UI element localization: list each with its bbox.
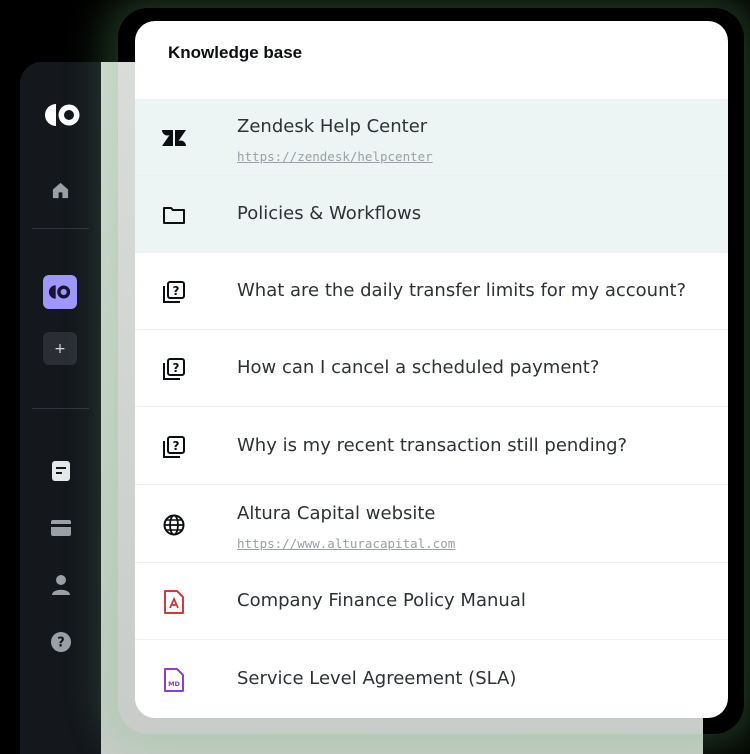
knowledge-item-faq[interactable]: ? What are the daily transfer limits for…: [135, 253, 728, 330]
home-icon[interactable]: [50, 180, 71, 201]
globe-icon: [161, 512, 187, 538]
knowledge-item-label: Service Level Agreement (SLA): [237, 668, 517, 689]
help-icon[interactable]: ?: [50, 631, 71, 652]
plus-icon: +: [54, 340, 66, 357]
workspace-logo-icon: [48, 285, 71, 299]
knowledge-item-label: Why is my recent transaction still pendi…: [237, 435, 628, 456]
faq-icon: ?: [161, 279, 187, 305]
svg-text:?: ?: [173, 361, 180, 375]
knowledge-item-folder[interactable]: Policies & Workflows: [135, 176, 728, 253]
svg-text:?: ?: [57, 635, 65, 650]
credit-card-icon[interactable]: [50, 517, 71, 538]
knowledge-item-label: Policies & Workflows: [237, 203, 422, 224]
knowledge-item-zendesk[interactable]: Zendesk Help Center https://zendesk/help…: [135, 99, 728, 176]
sidebar-divider: [32, 228, 89, 229]
knowledge-item-label: Altura Capital website: [237, 503, 436, 524]
brand-logo-icon[interactable]: [44, 102, 82, 128]
svg-text:?: ?: [173, 284, 180, 298]
svg-text:MD: MD: [168, 680, 180, 688]
markdown-file-icon: MD: [161, 667, 187, 693]
knowledge-item-faq[interactable]: ? Why is my recent transaction still pen…: [135, 408, 728, 485]
faq-icon: ?: [161, 434, 187, 460]
faq-icon: ?: [161, 356, 187, 382]
user-icon[interactable]: [50, 574, 71, 595]
knowledge-item-link[interactable]: https://www.alturacapital.com: [237, 536, 455, 551]
add-workspace-button[interactable]: +: [43, 332, 77, 365]
knowledge-item-markdown[interactable]: MD Service Level Agreement (SLA): [135, 641, 728, 718]
knowledge-item-faq[interactable]: ? How can I cancel a scheduled payment?: [135, 330, 728, 407]
folder-icon: [161, 202, 187, 228]
sidebar: + ?: [20, 62, 101, 754]
knowledge-item-website[interactable]: Altura Capital website https://www.altur…: [135, 486, 728, 563]
zendesk-icon: [161, 125, 187, 151]
knowledge-base-popover: Knowledge base Zendesk Help Center https…: [135, 21, 728, 718]
knowledge-item-label: What are the daily transfer limits for m…: [237, 280, 687, 301]
knowledge-item-label: Company Finance Policy Manual: [237, 590, 526, 611]
document-icon[interactable]: [50, 460, 71, 481]
pdf-file-icon: [161, 589, 187, 615]
knowledge-item-link[interactable]: https://zendesk/helpcenter: [237, 149, 433, 164]
workspace-button[interactable]: [43, 275, 77, 309]
knowledge-item-label: Zendesk Help Center: [237, 116, 428, 137]
sidebar-divider: [32, 408, 89, 409]
knowledge-item-pdf[interactable]: Company Finance Policy Manual: [135, 563, 728, 640]
popover-title: Knowledge base: [168, 43, 303, 62]
svg-text:?: ?: [173, 439, 180, 453]
knowledge-item-label: How can I cancel a scheduled payment?: [237, 357, 600, 378]
